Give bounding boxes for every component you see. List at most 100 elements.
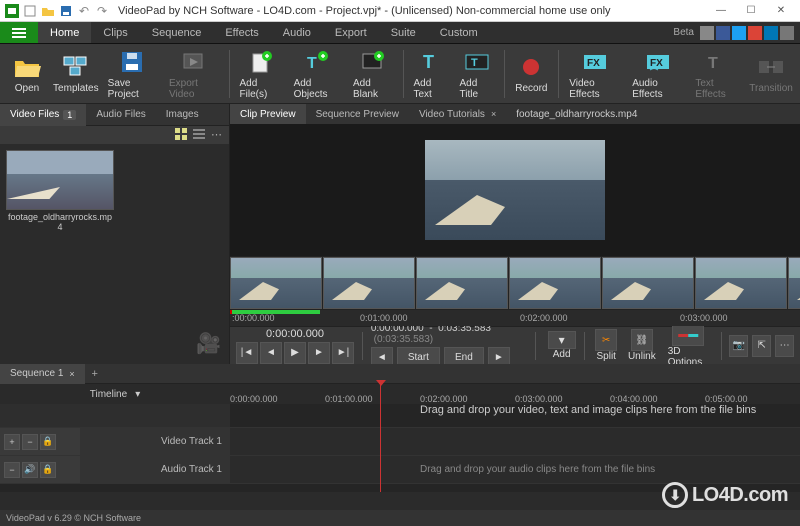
filmstrip-frame[interactable] bbox=[509, 257, 601, 309]
export-video-button[interactable]: Export Video bbox=[163, 46, 225, 102]
facebook-icon[interactable] bbox=[716, 26, 730, 40]
clip-thumbnail[interactable]: footage_oldharryrocks.mp4 bbox=[6, 150, 114, 232]
remove-video-track-button[interactable]: − bbox=[22, 434, 38, 450]
video-fx-icon: FX bbox=[581, 48, 609, 76]
detach-preview-button[interactable]: ⇱ bbox=[752, 335, 771, 357]
add-text-icon: T bbox=[417, 48, 445, 76]
save-icon bbox=[118, 48, 146, 76]
undo-icon[interactable]: ↶ bbox=[76, 3, 92, 19]
open-icon[interactable] bbox=[40, 3, 56, 19]
mute-audio-track-button[interactable]: 🔊 bbox=[22, 462, 38, 478]
tab-video-tutorials[interactable]: Video Tutorials× bbox=[409, 104, 506, 124]
add-text-button[interactable]: T Add Text bbox=[408, 46, 454, 102]
video-effects-button[interactable]: FX Video Effects bbox=[563, 46, 626, 102]
help-icon[interactable] bbox=[780, 26, 794, 40]
add-sequence-button[interactable]: + bbox=[85, 368, 105, 380]
tab-export[interactable]: Export bbox=[323, 22, 379, 43]
bin-options-icon[interactable]: ⋯ bbox=[211, 128, 225, 142]
audio-fx-icon: FX bbox=[644, 48, 672, 76]
tab-suite[interactable]: Suite bbox=[379, 22, 428, 43]
redo-icon[interactable]: ↷ bbox=[94, 3, 110, 19]
svg-text:FX: FX bbox=[650, 58, 663, 69]
timeline-panel: Timeline▾ 0:00:00.000 0:01:00.000 0:02:0… bbox=[0, 384, 800, 492]
filmstrip-frame[interactable] bbox=[416, 257, 508, 309]
range-start-set-button[interactable]: ◄ bbox=[371, 347, 393, 365]
tab-sequence-preview[interactable]: Sequence Preview bbox=[306, 104, 409, 124]
range-end-button[interactable]: End bbox=[444, 347, 484, 365]
filmstrip[interactable] bbox=[230, 256, 800, 310]
audio-drop-zone[interactable]: Drag and drop your audio clips here from… bbox=[230, 456, 800, 483]
svg-text:FX: FX bbox=[587, 58, 600, 69]
tab-audio[interactable]: Audio bbox=[271, 22, 323, 43]
record-button[interactable]: Record bbox=[508, 46, 554, 102]
range-start-button[interactable]: Start bbox=[397, 347, 440, 365]
prev-frame-button[interactable]: |◄ bbox=[236, 342, 258, 364]
maximize-button[interactable]: ☐ bbox=[736, 1, 766, 21]
close-icon[interactable]: × bbox=[69, 369, 74, 379]
remove-audio-track-button[interactable]: − bbox=[4, 462, 20, 478]
add-to-timeline-button[interactable]: ▾ bbox=[548, 331, 576, 349]
tab-sequence[interactable]: Sequence bbox=[140, 22, 214, 43]
templates-button[interactable]: Templates bbox=[50, 46, 102, 102]
googleplus-icon[interactable] bbox=[748, 26, 762, 40]
bin-view-list-icon[interactable] bbox=[193, 128, 207, 142]
text-effects-button[interactable]: T Text Effects bbox=[689, 46, 746, 102]
folder-open-icon bbox=[13, 53, 41, 81]
save-icon[interactable] bbox=[58, 3, 74, 19]
preview-viewport[interactable] bbox=[230, 124, 800, 256]
video-drop-zone[interactable]: Drag and drop your video, text and image… bbox=[230, 404, 756, 427]
status-bar: VideoPad v 6.29 © NCH Software bbox=[0, 510, 800, 526]
share-icon[interactable] bbox=[700, 26, 714, 40]
tab-effects[interactable]: Effects bbox=[213, 22, 270, 43]
tab-clips[interactable]: Clips bbox=[91, 22, 139, 43]
bin-tab-images[interactable]: Images bbox=[156, 104, 209, 126]
camera-icon: 🎥 bbox=[196, 331, 221, 356]
step-fwd-button[interactable]: ► bbox=[308, 342, 330, 364]
play-button[interactable]: ▶ bbox=[284, 342, 306, 364]
main-tab-bar: Home Clips Sequence Effects Audio Export… bbox=[0, 22, 800, 44]
tab-custom[interactable]: Custom bbox=[428, 22, 490, 43]
transition-button[interactable]: Transition bbox=[746, 46, 796, 102]
preview-frame bbox=[425, 140, 605, 240]
filmstrip-frame[interactable] bbox=[788, 257, 800, 309]
bin-tab-video[interactable]: Video Files1 bbox=[0, 104, 86, 126]
filmstrip-frame[interactable] bbox=[602, 257, 694, 309]
twitter-icon[interactable] bbox=[732, 26, 746, 40]
range-end-set-button[interactable]: ► bbox=[488, 347, 510, 365]
add-title-button[interactable]: T Add Title bbox=[454, 46, 500, 102]
bin-tab-audio[interactable]: Audio Files bbox=[86, 104, 155, 126]
linkedin-icon[interactable] bbox=[764, 26, 778, 40]
bin-view-grid-icon[interactable] bbox=[175, 128, 189, 142]
new-icon[interactable] bbox=[22, 3, 38, 19]
step-back-button[interactable]: ◄ bbox=[260, 342, 282, 364]
minimize-button[interactable]: — bbox=[706, 1, 736, 21]
add-files-button[interactable]: Add File(s) bbox=[234, 46, 288, 102]
lock-video-track-button[interactable]: 🔒 bbox=[40, 434, 56, 450]
split-button[interactable]: ✂ bbox=[595, 329, 617, 351]
add-video-track-button[interactable]: + bbox=[4, 434, 20, 450]
lock-audio-track-button[interactable]: 🔒 bbox=[40, 462, 56, 478]
add-objects-button[interactable]: T Add Objects bbox=[288, 46, 347, 102]
sequence-tab[interactable]: Sequence 1× bbox=[0, 364, 85, 384]
filmstrip-frame[interactable] bbox=[230, 257, 322, 309]
filmstrip-frame[interactable] bbox=[323, 257, 415, 309]
audio-effects-button[interactable]: FX Audio Effects bbox=[626, 46, 689, 102]
app-menu-button[interactable] bbox=[0, 22, 38, 43]
preview-options-button[interactable]: ⋯ bbox=[775, 335, 794, 357]
add-blank-button[interactable]: Add Blank bbox=[347, 46, 399, 102]
close-button[interactable]: ✕ bbox=[766, 1, 796, 21]
unlink-button[interactable]: ⛓ bbox=[631, 329, 653, 351]
timeline-mode-label[interactable]: Timeline▾ bbox=[0, 389, 230, 400]
timeline-playhead[interactable] bbox=[380, 384, 381, 492]
save-project-button[interactable]: Save Project bbox=[102, 46, 163, 102]
clip-time-ruler[interactable]: :00:00.000 0:01:00.000 0:02:00.000 0:03:… bbox=[230, 310, 800, 326]
close-icon[interactable]: × bbox=[491, 109, 496, 119]
snapshot-button[interactable]: 📷 bbox=[729, 335, 748, 357]
tab-home[interactable]: Home bbox=[38, 22, 91, 43]
3d-options-button[interactable]: ▬▬ bbox=[672, 324, 704, 346]
video-track-lane[interactable] bbox=[230, 428, 800, 455]
tab-clip-preview[interactable]: Clip Preview bbox=[230, 104, 306, 124]
filmstrip-frame[interactable] bbox=[695, 257, 787, 309]
next-frame-button[interactable]: ►| bbox=[332, 342, 354, 364]
open-button[interactable]: Open bbox=[4, 46, 50, 102]
